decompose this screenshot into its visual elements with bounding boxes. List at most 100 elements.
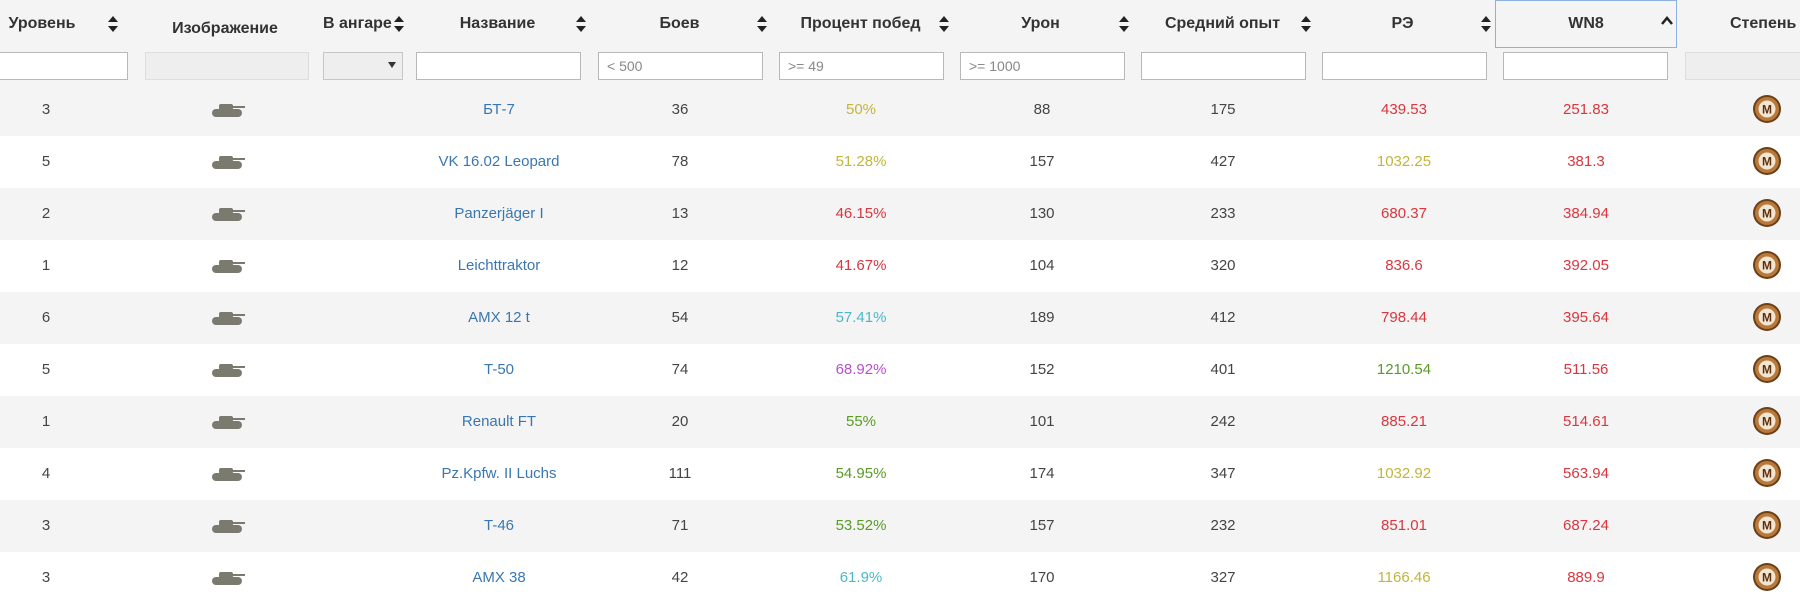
cell-battles: 13 xyxy=(671,205,689,222)
cell-name[interactable]: Leichttraktor xyxy=(409,240,589,292)
cell-wn8: 687.24 xyxy=(1563,517,1609,534)
column-header-battles[interactable]: Боев xyxy=(597,0,762,50)
column-header-avg-xp[interactable]: Средний опыт xyxy=(1140,0,1305,50)
cell-battles: 71 xyxy=(671,517,689,534)
cell-wn8: 889.9 xyxy=(1567,569,1605,586)
mastery-badge-icon[interactable]: М xyxy=(1752,250,1782,280)
mastery-badge-icon[interactable]: М xyxy=(1752,406,1782,436)
cell-re: 851.01 xyxy=(1381,517,1427,534)
table-row: 6 AMX 12 t 54 57.41% 189 412 798.44 395.64 М xyxy=(0,292,1800,344)
winrate-filter-input[interactable] xyxy=(779,52,944,80)
mastery-badge-icon[interactable]: М xyxy=(1752,562,1782,592)
column-header-avg-xp-label: Средний опыт xyxy=(1164,15,1281,32)
tank-silhouette-icon xyxy=(207,568,247,588)
cell-avg-xp: 320 xyxy=(1210,257,1236,274)
mastery-filter-disabled xyxy=(1685,52,1800,80)
mastery-badge-icon[interactable]: М xyxy=(1752,302,1782,332)
battles-filter-input[interactable] xyxy=(598,52,763,80)
cell-name[interactable]: БТ-7 xyxy=(409,84,589,136)
cell-avg-xp: 401 xyxy=(1210,361,1236,378)
table-row: 1 Leichttraktor 12 41.67% 104 320 836.6 392.05 М xyxy=(0,240,1800,292)
column-header-wn8[interactable]: WN8 xyxy=(1495,0,1677,48)
cell-name[interactable]: VK 16.02 Leopard xyxy=(409,136,589,188)
cell-wn8: 392.05 xyxy=(1563,257,1609,274)
wn8-filter-input[interactable] xyxy=(1503,52,1668,80)
cell-re: 1166.46 xyxy=(1377,569,1431,586)
cell-winrate: 46.15% xyxy=(835,205,887,222)
sort-both-icon[interactable] xyxy=(1118,14,1130,34)
cell-wn8: 395.64 xyxy=(1563,309,1609,326)
column-header-hangar-label: В ангаре xyxy=(323,15,392,32)
cell-name[interactable]: AMX 38 xyxy=(409,552,589,604)
damage-filter-input[interactable] xyxy=(960,52,1125,80)
mastery-badge-icon[interactable]: М xyxy=(1752,510,1782,540)
hangar-filter-select[interactable] xyxy=(323,52,403,80)
sort-both-icon[interactable] xyxy=(393,14,405,34)
cell-name[interactable]: Panzerjäger I xyxy=(409,188,589,240)
column-header-wn8-label: WN8 xyxy=(1568,15,1604,32)
mastery-badge-icon[interactable]: М xyxy=(1752,198,1782,228)
name-filter-input[interactable] xyxy=(416,52,581,80)
sort-both-icon[interactable] xyxy=(107,14,119,34)
cell-re: 836.6 xyxy=(1385,257,1423,274)
column-header-winrate-label: Процент побед xyxy=(800,15,921,32)
cell-level: 2 xyxy=(41,205,51,222)
column-header-winrate[interactable]: Процент побед xyxy=(778,0,943,50)
re-filter-input[interactable] xyxy=(1322,52,1487,80)
cell-name[interactable]: T-46 xyxy=(409,500,589,552)
column-header-damage-label: Урон xyxy=(1021,15,1060,32)
cell-avg-xp: 232 xyxy=(1210,517,1236,534)
cell-damage: 157 xyxy=(1029,517,1055,534)
sort-both-icon[interactable] xyxy=(575,14,587,34)
cell-name[interactable]: Renault FT xyxy=(409,396,589,448)
cell-wn8: 384.94 xyxy=(1563,205,1609,222)
cell-battles: 36 xyxy=(671,101,689,118)
level-filter-input[interactable] xyxy=(0,52,128,80)
cell-wn8: 514.61 xyxy=(1563,413,1609,430)
mastery-badge-icon[interactable]: М xyxy=(1752,94,1782,124)
cell-winrate: 55% xyxy=(845,413,877,430)
tank-silhouette-icon xyxy=(207,360,247,380)
cell-level: 1 xyxy=(41,257,51,274)
tank-silhouette-icon xyxy=(207,204,247,224)
cell-level: 6 xyxy=(41,309,51,326)
cell-level: 1 xyxy=(41,413,51,430)
cell-re: 798.44 xyxy=(1381,309,1427,326)
table-row: 2 Panzerjäger I 13 46.15% 130 233 680.37 384.94… xyxy=(0,188,1800,240)
cell-re: 1210.54 xyxy=(1376,361,1432,378)
cell-damage: 88 xyxy=(1033,101,1051,118)
column-header-level[interactable]: Уровень xyxy=(0,0,88,50)
cell-re: 1032.25 xyxy=(1376,153,1432,170)
avg-xp-filter-input[interactable] xyxy=(1141,52,1306,80)
caret-down-icon xyxy=(388,62,396,68)
sort-ascending-icon[interactable] xyxy=(1661,16,1673,36)
tank-silhouette-icon xyxy=(207,308,247,328)
sort-both-icon[interactable] xyxy=(1480,14,1492,34)
column-header-name[interactable]: Название xyxy=(415,0,580,50)
mastery-letter: М xyxy=(1762,363,1772,377)
cell-battles: 74 xyxy=(671,361,689,378)
cell-winrate: 53.52% xyxy=(835,517,887,534)
mastery-badge-icon[interactable]: М xyxy=(1752,354,1782,384)
sort-both-icon[interactable] xyxy=(756,14,768,34)
sort-both-icon[interactable] xyxy=(1300,14,1312,34)
column-header-mastery-label: Степень xyxy=(1730,15,1797,32)
mastery-badge-icon[interactable]: М xyxy=(1752,458,1782,488)
cell-name[interactable]: T-50 xyxy=(409,344,589,396)
sort-both-icon[interactable] xyxy=(938,14,950,34)
cell-name[interactable]: Pz.Kpfw. II Luchs xyxy=(409,448,589,500)
column-header-name-label: Название xyxy=(459,15,536,32)
cell-wn8: 381.3 xyxy=(1567,153,1605,170)
cell-name[interactable]: AMX 12 t xyxy=(409,292,589,344)
tank-silhouette-icon xyxy=(207,464,247,484)
mastery-badge-icon[interactable]: М xyxy=(1752,146,1782,176)
cell-winrate: 51.28% xyxy=(835,153,887,170)
column-header-hangar[interactable]: В ангаре xyxy=(318,0,400,50)
column-header-re[interactable]: РЭ xyxy=(1320,0,1485,50)
cell-wn8: 563.94 xyxy=(1563,465,1609,482)
mastery-letter: М xyxy=(1762,155,1772,169)
column-header-damage[interactable]: Урон xyxy=(958,0,1123,50)
column-header-mastery[interactable]: Степень xyxy=(1700,0,1800,50)
cell-level: 5 xyxy=(41,361,51,378)
cell-winrate: 50% xyxy=(845,101,877,118)
